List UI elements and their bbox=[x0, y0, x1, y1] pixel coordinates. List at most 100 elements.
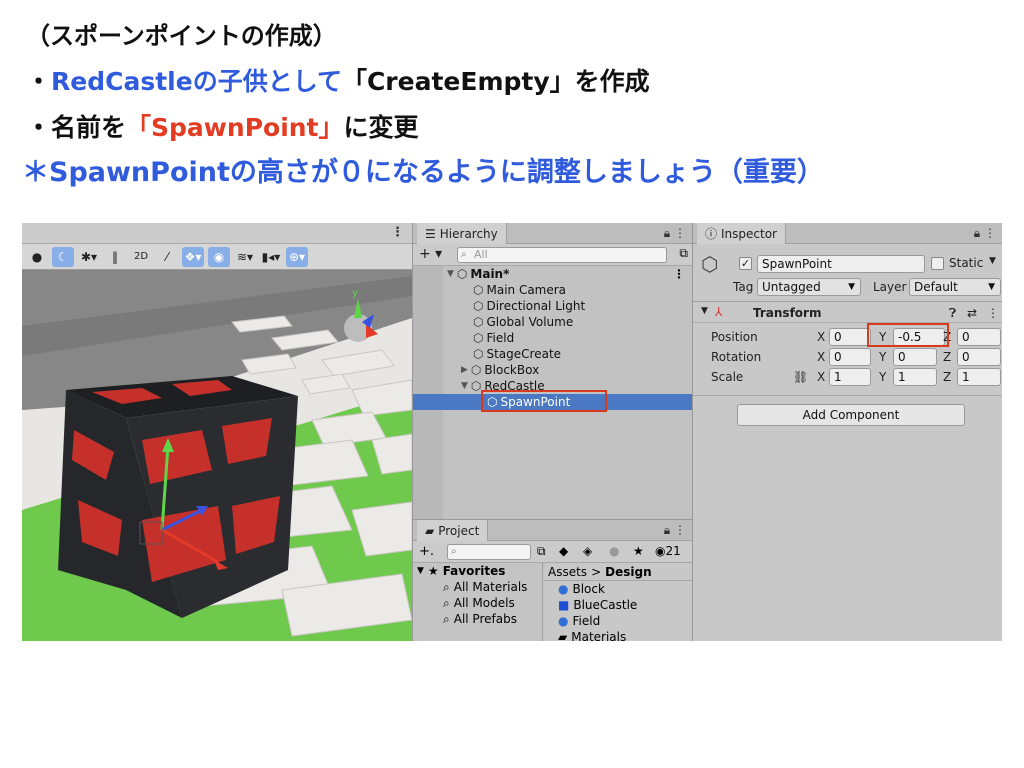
filter-label-icon[interactable]: ◈ bbox=[583, 544, 592, 558]
hierarchy-item-label: StageCreate bbox=[486, 347, 562, 361]
rotation-x-field[interactable]: 0 bbox=[829, 348, 871, 366]
filter-type-icon[interactable]: ◆ bbox=[559, 544, 568, 558]
panel-menu-icon[interactable]: ⋮ bbox=[984, 226, 996, 240]
hierarchy-search-input[interactable]: ⌕ All bbox=[457, 247, 667, 263]
axis-x-label: X bbox=[817, 370, 826, 384]
static-checkbox[interactable] bbox=[931, 257, 944, 270]
rotation-y-field[interactable]: 0 bbox=[893, 348, 937, 366]
debug-icon[interactable]: ✱▾ bbox=[78, 247, 100, 267]
transform-header[interactable]: ▼ ⅄ Transform ❓︎ ⇄ ⋮ bbox=[693, 303, 1002, 323]
hierarchy-item-global-volume[interactable]: ⬡ Global Volume bbox=[413, 314, 693, 330]
scene-view[interactable]: ⋮ ● ☾ ✱▾ ‖ 2D ⁄ ❖▾ ◉ ≋▾ ▮◂▾ ⊕▾ y bbox=[22, 223, 412, 641]
link-icon[interactable]: ⛓ bbox=[793, 370, 808, 384]
bullet-2-highlight: 「SpawnPoint」 bbox=[126, 113, 344, 142]
hidden-packages-icon[interactable]: ◉21 bbox=[655, 544, 681, 558]
gizmos-icon[interactable]: ⊕▾ bbox=[286, 246, 308, 267]
star-icon[interactable]: ★ bbox=[633, 544, 644, 558]
active-checkbox[interactable]: ✓ bbox=[739, 257, 752, 270]
search-icon: ⌕ bbox=[443, 611, 450, 626]
expand-arrow-icon[interactable]: ▼ bbox=[701, 306, 708, 316]
hierarchy-item-stagecreate[interactable]: ⬡ StageCreate bbox=[413, 346, 693, 362]
layers-icon[interactable]: ≋▾ bbox=[234, 247, 256, 267]
texture-icon: ■ bbox=[558, 598, 570, 612]
favorite-item[interactable]: ⌕ All Prefabs bbox=[413, 611, 542, 627]
hierarchy-item-label: Global Volume bbox=[486, 315, 574, 329]
add-component-button[interactable]: Add Component bbox=[737, 404, 965, 426]
folder-icon: ▰ bbox=[425, 523, 435, 538]
hierarchy-item-directional-light[interactable]: ⬡ Directional Light bbox=[413, 298, 693, 314]
scene-root-row[interactable]: ▼ ⬡ Main* ⋮ bbox=[413, 266, 693, 282]
toggle-2d-button[interactable]: 2D bbox=[130, 247, 152, 267]
breadcrumb-assets[interactable]: Assets bbox=[548, 565, 587, 579]
tab-inspector[interactable]: ⓘ Inspector bbox=[697, 223, 786, 244]
panel-menu-icon[interactable]: ⋮ bbox=[674, 226, 686, 240]
rotation-z-field[interactable]: 0 bbox=[957, 348, 1001, 366]
scale-z-field[interactable]: 1 bbox=[957, 368, 1001, 386]
expand-arrow-icon[interactable]: ▶ bbox=[461, 365, 468, 375]
scene-root-label: Main* bbox=[470, 267, 510, 281]
lock-icon[interactable]: 🔒︎ bbox=[974, 226, 980, 240]
position-x-field[interactable]: 0 bbox=[829, 328, 871, 346]
tab-project[interactable]: ▰ Project bbox=[417, 520, 489, 541]
create-button[interactable]: + ▾ bbox=[419, 246, 442, 262]
hierarchy-item-field[interactable]: ⬡ Field bbox=[413, 330, 693, 346]
scene-menu-icon[interactable]: ⋮ bbox=[391, 225, 404, 240]
hierarchy-item-blockbox[interactable]: ▶ ⬡ BlockBox bbox=[413, 362, 693, 378]
panel-menu-icon[interactable]: ⋮ bbox=[674, 523, 686, 537]
asset-item[interactable]: ● Field bbox=[544, 613, 693, 629]
shading-icon[interactable]: ● bbox=[26, 247, 48, 267]
scene-viewport[interactable]: y bbox=[22, 270, 412, 641]
filter-log-icon[interactable]: ● bbox=[609, 544, 619, 558]
slide-bullet-1: ・RedCastleの子供として「CreateEmpty」を作成 bbox=[26, 62, 650, 98]
scale-x-field[interactable]: 1 bbox=[829, 368, 871, 386]
breadcrumb-design[interactable]: Design bbox=[605, 565, 652, 579]
hierarchy-item-label: Main Camera bbox=[486, 283, 567, 297]
project-search-input[interactable]: ⌕ bbox=[447, 544, 531, 560]
scale-y-field[interactable]: 1 bbox=[893, 368, 937, 386]
hierarchy-item-label: Field bbox=[486, 331, 515, 345]
search-options-icon[interactable]: ⧉ bbox=[679, 246, 688, 261]
layer-dropdown[interactable]: Default ▼ bbox=[909, 278, 1001, 296]
effects-icon[interactable]: ❖▾ bbox=[182, 246, 204, 267]
favorites-header[interactable]: ▼ ★ Favorites bbox=[413, 563, 542, 579]
audio-icon[interactable]: ⁄ bbox=[156, 247, 178, 267]
create-asset-button[interactable]: +. bbox=[419, 544, 434, 559]
hierarchy-item-main-camera[interactable]: ⬡ Main Camera bbox=[413, 282, 693, 298]
position-z-field[interactable]: 0 bbox=[957, 328, 1001, 346]
camera-icon[interactable]: ▮◂▾ bbox=[260, 247, 282, 267]
preset-icon[interactable]: ⇄ bbox=[967, 306, 977, 320]
transform-icon: ⅄ bbox=[715, 305, 723, 319]
tag-dropdown[interactable]: Untagged ▼ bbox=[757, 278, 861, 296]
static-dropdown-icon[interactable]: ▼ bbox=[989, 256, 996, 266]
position-y-highlight-box bbox=[867, 323, 949, 347]
toolbar-divider: ‖ bbox=[112, 249, 118, 264]
package-count: 21 bbox=[665, 544, 681, 558]
axis-z-label: Z bbox=[943, 350, 952, 364]
hierarchy-panel: ☰ Hierarchy 🔒︎ ⋮ + ▾ ⌕ All ⧉ ▼ ⬡ Main* ⋮ ⬡ Mai… bbox=[412, 223, 693, 519]
favorite-item[interactable]: ⌕ All Materials bbox=[413, 579, 542, 595]
expand-arrow-icon[interactable]: ▼ bbox=[447, 269, 454, 279]
lock-icon[interactable]: 🔒︎ bbox=[664, 226, 670, 240]
gameobject-icon: ⬡ bbox=[470, 379, 482, 393]
scene-toolbar: ● ☾ ✱▾ ‖ 2D ⁄ ❖▾ ◉ ≋▾ ▮◂▾ ⊕▾ bbox=[22, 244, 412, 270]
axis-x-label: X bbox=[817, 330, 826, 344]
tab-hierarchy[interactable]: ☰ Hierarchy bbox=[417, 223, 507, 244]
scale-label: Scale bbox=[711, 370, 744, 384]
asset-item[interactable]: ▰ Materials bbox=[544, 629, 693, 641]
hierarchy-tabbar: ☰ Hierarchy 🔒︎ ⋮ bbox=[413, 223, 692, 244]
lock-icon[interactable]: 🔒︎ bbox=[664, 523, 670, 537]
asset-item[interactable]: ● Block bbox=[544, 581, 693, 597]
component-menu-icon[interactable]: ⋮ bbox=[987, 306, 999, 320]
expand-arrow-icon[interactable]: ▼ bbox=[417, 566, 424, 576]
visibility-icon[interactable]: ◉ bbox=[208, 246, 230, 267]
object-name-field[interactable]: SpawnPoint bbox=[757, 255, 925, 273]
search-options-icon[interactable]: ⧉ bbox=[537, 544, 546, 559]
asset-item[interactable]: ■ BlueCastle bbox=[544, 597, 693, 613]
hierarchy-item-label: BlockBox bbox=[484, 363, 540, 377]
expand-arrow-icon[interactable]: ▼ bbox=[461, 381, 468, 391]
scene-menu-icon[interactable]: ⋮ bbox=[673, 267, 685, 281]
help-icon[interactable]: ❓︎ bbox=[949, 306, 956, 321]
search-icon: ⌕ bbox=[443, 595, 450, 610]
favorite-item[interactable]: ⌕ All Models bbox=[413, 595, 542, 611]
lighting-icon[interactable]: ☾ bbox=[52, 246, 74, 267]
